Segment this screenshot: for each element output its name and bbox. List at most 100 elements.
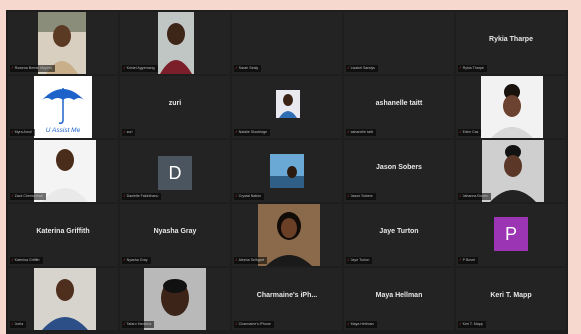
mic-muted-icon: ⁄	[124, 194, 125, 198]
participant-name: Lisabel Sandys	[350, 66, 375, 70]
participant-tile[interactable]: Maya Hellman ⁄ Maya Hellman	[344, 268, 454, 330]
participant-name: Danielle Fakirkhanu	[126, 194, 159, 198]
mic-muted-icon: ⁄	[12, 258, 13, 262]
participant-display-name: Jason Sobers	[376, 164, 422, 171]
participant-name: Jahanna Brown	[462, 194, 488, 198]
meeting-window: ⁄ Rowena Bernie Mayers ⁄ Kristel Agyemang …	[6, 10, 568, 334]
participant-name: Kristel Agyemang	[126, 66, 155, 70]
participant-display-name: Katerina Griffith	[36, 228, 90, 235]
participant-tile[interactable]: Katerina Griffith ⁄ Katerina Griffith	[8, 204, 118, 266]
participant-name-tag: ⁄ Tafaro Ihedioha	[122, 321, 155, 328]
participant-video	[258, 204, 320, 266]
mic-muted-icon: ⁄	[124, 322, 125, 326]
mic-muted-icon: ⁄	[348, 194, 349, 198]
participant-name-tag: ⁄ Lisabel Sandys	[346, 65, 378, 72]
participant-tile[interactable]: ⁄ Crystal Nation	[232, 140, 342, 202]
participant-tile[interactable]: ⁄ Tafaro Ihedioha	[120, 268, 230, 330]
participant-tile[interactable]: ⁄ Sarah Sealy	[232, 12, 342, 74]
participant-video	[270, 154, 304, 188]
participant-tile[interactable]: ⁄ Alesha Selhgart	[232, 204, 342, 266]
mic-muted-icon: ⁄	[348, 322, 349, 326]
svg-text:U Assist Me: U Assist Me	[46, 127, 81, 134]
participant-tile[interactable]: Charmaine's iPh... ⁄ Charmaine's iPhone	[232, 268, 342, 330]
mic-muted-icon: ⁄	[460, 194, 461, 198]
participant-tile[interactable]: ⁄ Natalie Stoutridge	[232, 76, 342, 138]
participant-tile[interactable]: ⁄ Lisabel Sandys	[344, 12, 454, 74]
participant-display-name: ashanelle taitt	[375, 100, 423, 107]
mic-muted-icon: ⁄	[236, 66, 237, 70]
participant-name: Joela	[14, 322, 24, 326]
mic-muted-icon: ⁄	[12, 322, 13, 326]
participant-tile[interactable]: ⁄ Eden Cas	[456, 76, 566, 138]
participant-name: Rykia Tharpe	[462, 66, 484, 70]
participant-tile[interactable]: Jaye Turton ⁄ Jaye Turton	[344, 204, 454, 266]
participant-name: ashanelle taitt	[350, 130, 373, 134]
participant-display-name: Rykia Tharpe	[489, 36, 533, 43]
participant-name-tag: ⁄ Joela	[10, 321, 27, 328]
participant-video	[158, 12, 194, 74]
mic-muted-icon: ⁄	[12, 66, 13, 70]
participant-video	[482, 140, 544, 202]
participant-name: Charmaine's iPhone	[238, 322, 271, 326]
participant-name-tag: ⁄ Katerina Griffith	[10, 257, 43, 264]
mic-muted-icon: ⁄	[236, 130, 237, 134]
participant-tile[interactable]: ⁄ Zack Cheeseman	[8, 140, 118, 202]
participant-video: U Assist Me	[34, 76, 92, 138]
participant-name: Keri T. Mapp	[462, 322, 483, 326]
participant-name-tag: ⁄ Danielle Fakirkhanu	[122, 193, 162, 200]
participant-name-tag: ⁄ Keri T. Mapp	[458, 321, 486, 328]
participant-tile[interactable]: Keri T. Mapp ⁄ Keri T. Mapp	[456, 268, 566, 330]
mic-muted-icon: ⁄	[124, 258, 125, 262]
mic-muted-icon: ⁄	[348, 66, 349, 70]
participant-name: Jason Sobers	[350, 194, 373, 198]
mic-muted-icon: ⁄	[460, 130, 461, 134]
participant-tile[interactable]: D ⁄ Danielle Fakirkhanu	[120, 140, 230, 202]
participant-name-tag: ⁄ Sarah Sealy	[234, 65, 262, 72]
mic-muted-icon: ⁄	[236, 194, 237, 198]
participant-name-tag: ⁄ Alesha Selhgart	[234, 257, 267, 264]
participant-tile[interactable]: Rykia Tharpe ⁄ Rykia Tharpe	[456, 12, 566, 74]
participant-display-name: Maya Hellman	[375, 292, 423, 299]
participant-tile[interactable]: Nyasha Gray ⁄ Nyasha Gray	[120, 204, 230, 266]
participant-tile[interactable]: ⁄ Jahanna Brown	[456, 140, 566, 202]
participant-tile[interactable]: ⁄ Rowena Bernie Mayers	[8, 12, 118, 74]
avatar: P	[494, 217, 528, 251]
participant-tile[interactable]: ⁄ Kristel Agyemang	[120, 12, 230, 74]
participant-video	[276, 90, 300, 118]
participant-name-tag: ⁄ Eden Cas	[458, 129, 482, 136]
participant-name: Myra Arnol	[14, 130, 32, 134]
participant-display-name: Nyasha Gray	[153, 228, 197, 235]
participant-name-tag: ⁄ Zack Cheeseman	[10, 193, 46, 200]
participant-name-tag: ⁄ Kristel Agyemang	[122, 65, 158, 72]
mic-muted-icon: ⁄	[124, 66, 125, 70]
participant-display-name: Jaye Turton	[379, 228, 419, 235]
participant-name: Zack Cheeseman	[14, 194, 43, 198]
participant-name-tag: ⁄ Nyasha Gray	[122, 257, 151, 264]
participant-name-tag: ⁄ Jaye Turton	[346, 257, 373, 264]
participant-name-tag: ⁄ Rowena Bernie Mayers	[10, 65, 55, 72]
participant-name-tag: ⁄ Jason Sobers	[346, 193, 376, 200]
participant-name: P Bovel	[462, 258, 475, 262]
participant-name-tag: ⁄ Charmaine's iPhone	[234, 321, 274, 328]
gallery-grid: ⁄ Rowena Bernie Mayers ⁄ Kristel Agyemang …	[8, 12, 566, 332]
participant-tile[interactable]: ⁄ Joela	[8, 268, 118, 330]
mic-muted-icon: ⁄	[12, 194, 13, 198]
participant-tile[interactable]: Jason Sobers ⁄ Jason Sobers	[344, 140, 454, 202]
participant-tile[interactable]: P ⁄ P Bovel	[456, 204, 566, 266]
participant-tile[interactable]: ashanelle taitt ⁄ ashanelle taitt	[344, 76, 454, 138]
participant-name: Jaye Turton	[350, 258, 370, 262]
participant-name-tag: ⁄ ashanelle taitt	[346, 129, 376, 136]
participant-video	[34, 268, 96, 330]
participant-name-tag: ⁄ P Bovel	[458, 257, 478, 264]
participant-name-tag: ⁄ Crystal Nation	[234, 193, 265, 200]
participant-display-name: zuri	[168, 100, 182, 107]
participant-video	[481, 76, 543, 138]
mic-muted-icon: ⁄	[460, 258, 461, 262]
participant-name: Katerina Griffith	[14, 258, 40, 262]
participant-name: Natalie Stoutridge	[238, 130, 268, 134]
mic-muted-icon: ⁄	[460, 322, 461, 326]
participant-tile[interactable]: zuri ⁄ zuri	[120, 76, 230, 138]
participant-display-name: Keri T. Mapp	[490, 292, 532, 299]
avatar: D	[158, 156, 192, 190]
participant-tile[interactable]: U Assist Me ⁄ Myra Arnol	[8, 76, 118, 138]
